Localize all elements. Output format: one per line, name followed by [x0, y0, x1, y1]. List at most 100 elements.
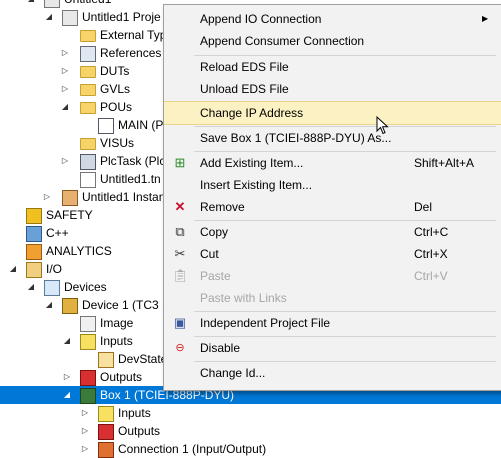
tree-label: DevState	[118, 352, 168, 366]
tree-label: Untitled1	[64, 0, 111, 8]
tree-label: Inputs	[118, 406, 151, 420]
variable-icon	[98, 352, 114, 368]
collapse-arrow-icon[interactable]: ◢	[62, 386, 72, 404]
tree-label: SAFETY	[46, 208, 93, 222]
menu-item-shortcut: Ctrl+C	[414, 225, 449, 239]
expand-arrow-icon[interactable]: ▷	[80, 422, 90, 440]
file-icon	[80, 172, 96, 188]
ethernet-device-icon	[62, 298, 78, 314]
collapse-arrow-icon[interactable]: ◢	[60, 98, 70, 116]
folder-icon	[80, 30, 96, 42]
menu-item-unload-eds-file[interactable]: Unload EDS File	[164, 78, 501, 100]
menu-item-shortcut: Del	[414, 200, 433, 214]
menu-item-label: Reload EDS File	[200, 60, 289, 74]
menu-item-label: Paste with Links	[200, 291, 287, 305]
menu-item-label: Cut	[200, 247, 219, 261]
folder-icon	[80, 66, 96, 78]
menu-item-label: Insert Existing Item...	[200, 178, 313, 192]
collapse-arrow-icon[interactable]: ◢	[44, 296, 54, 314]
outputs-icon	[80, 370, 96, 386]
tree-label: Connection 1 (Input/Output)	[118, 442, 267, 456]
pou-program-icon	[98, 118, 114, 134]
tree-label: Outputs	[100, 370, 143, 384]
menu-item-label: Unload EDS File	[200, 82, 289, 96]
menu-item-label: Disable	[200, 341, 241, 355]
tree-label: VISUs	[100, 136, 135, 150]
disable-icon: ⊖	[175, 342, 185, 354]
expand-arrow-icon[interactable]: ▷	[80, 404, 90, 422]
remove-x-icon: ✕	[174, 199, 186, 214]
outputs-icon	[98, 424, 114, 440]
menu-item-independent-project-file[interactable]: ▣ Independent Project File	[164, 312, 501, 334]
collapse-arrow-icon[interactable]: ◢	[26, 0, 36, 8]
menu-item-copy[interactable]: ⧉ Copy Ctrl+C	[164, 221, 501, 243]
tree-label: POUs	[100, 100, 133, 114]
tree-label: Device 1 (TC3 E	[82, 298, 171, 312]
collapse-arrow-icon[interactable]: ◢	[8, 260, 18, 278]
references-icon	[80, 46, 96, 62]
menu-item-paste[interactable]: 📋︎ Paste Ctrl+V	[164, 265, 501, 287]
collapse-arrow-icon[interactable]: ◢	[26, 278, 36, 296]
mouse-cursor-icon	[376, 116, 389, 135]
tree-label: References	[100, 46, 162, 60]
tree-label: Devices	[64, 280, 107, 294]
tree-label: Untitled1 Instan	[82, 190, 166, 204]
plc-project-icon	[62, 10, 78, 26]
task-icon	[80, 154, 96, 170]
expand-arrow-icon[interactable]: ▷	[60, 80, 70, 98]
tree-label: Outputs	[118, 424, 161, 438]
inputs-icon	[98, 406, 114, 422]
expand-arrow-icon[interactable]: ▷	[80, 440, 90, 458]
menu-item-shortcut: Ctrl+X	[414, 247, 448, 261]
inputs-icon	[80, 334, 96, 350]
menu-item-insert-existing-item[interactable]: Insert Existing Item...	[164, 174, 501, 196]
tree-row-box-outputs[interactable]: ▷ Outputs	[0, 422, 501, 440]
menu-item-label: Copy	[200, 225, 229, 239]
menu-item-shortcut: Shift+Alt+A	[414, 156, 475, 170]
expand-arrow-icon[interactable]: ▷	[60, 44, 70, 62]
tree-label: External Typ	[100, 28, 167, 42]
menu-item-reload-eds-file[interactable]: Reload EDS File	[164, 56, 501, 78]
expand-arrow-icon[interactable]: ▷	[60, 62, 70, 80]
folder-icon	[80, 84, 96, 96]
tree-row-box-inputs[interactable]: ▷ Inputs	[0, 404, 501, 422]
tree-label: Untitled1.tn	[100, 172, 161, 186]
analytics-icon	[26, 244, 42, 260]
menu-item-disable[interactable]: ⊖ Disable	[164, 337, 501, 359]
image-icon	[80, 316, 96, 332]
paste-icon: 📋︎	[172, 268, 189, 283]
menu-item-save-box-as[interactable]: Save Box 1 (TCIEI-888P-DYU) As...	[164, 127, 501, 149]
menu-item-label: Append Consumer Connection	[200, 34, 365, 48]
context-menu: Append IO Connection ▶ Append Consumer C…	[163, 4, 501, 391]
menu-item-label: Remove	[200, 200, 245, 214]
tree-label: DUTs	[100, 64, 130, 78]
cpp-icon	[26, 226, 42, 242]
collapse-arrow-icon[interactable]: ◢	[44, 8, 54, 26]
menu-item-change-ip-address[interactable]: Change IP Address	[164, 101, 501, 125]
expand-arrow-icon[interactable]: ▷	[62, 368, 72, 386]
menu-item-paste-with-links[interactable]: Paste with Links	[164, 287, 501, 309]
expand-arrow-icon[interactable]: ▷	[60, 152, 70, 170]
safety-icon	[26, 208, 42, 224]
collapse-arrow-icon[interactable]: ◢	[62, 332, 72, 350]
expand-arrow-icon[interactable]: ▷	[42, 188, 52, 206]
menu-item-label: Save Box 1 (TCIEI-888P-DYU) As...	[200, 131, 392, 145]
menu-item-label: Change Id...	[200, 366, 266, 380]
menu-item-change-id[interactable]: Change Id...	[164, 362, 501, 384]
plc-project-icon	[44, 0, 60, 8]
connection-icon	[98, 442, 114, 458]
menu-item-label: Independent Project File	[200, 316, 331, 330]
menu-item-append-consumer-connection[interactable]: Append Consumer Connection	[164, 30, 501, 52]
tree-label: Inputs	[100, 334, 133, 348]
menu-item-cut[interactable]: ✂ Cut Ctrl+X	[164, 243, 501, 265]
menu-item-label: Add Existing Item...	[200, 156, 304, 170]
tree-label: C++	[46, 226, 69, 240]
menu-item-add-existing-item[interactable]: ⊞ Add Existing Item... Shift+Alt+A	[164, 152, 501, 174]
menu-item-append-io-connection[interactable]: Append IO Connection ▶	[164, 8, 501, 30]
tree-row-connection1[interactable]: ▷ Connection 1 (Input/Output)	[0, 440, 501, 458]
tree-label: MAIN (P	[118, 118, 164, 132]
io-icon	[26, 262, 42, 278]
menu-item-remove[interactable]: ✕ Remove Del	[164, 196, 501, 218]
tree-label: ANALYTICS	[46, 244, 112, 258]
menu-item-label: Change IP Address	[200, 106, 304, 120]
